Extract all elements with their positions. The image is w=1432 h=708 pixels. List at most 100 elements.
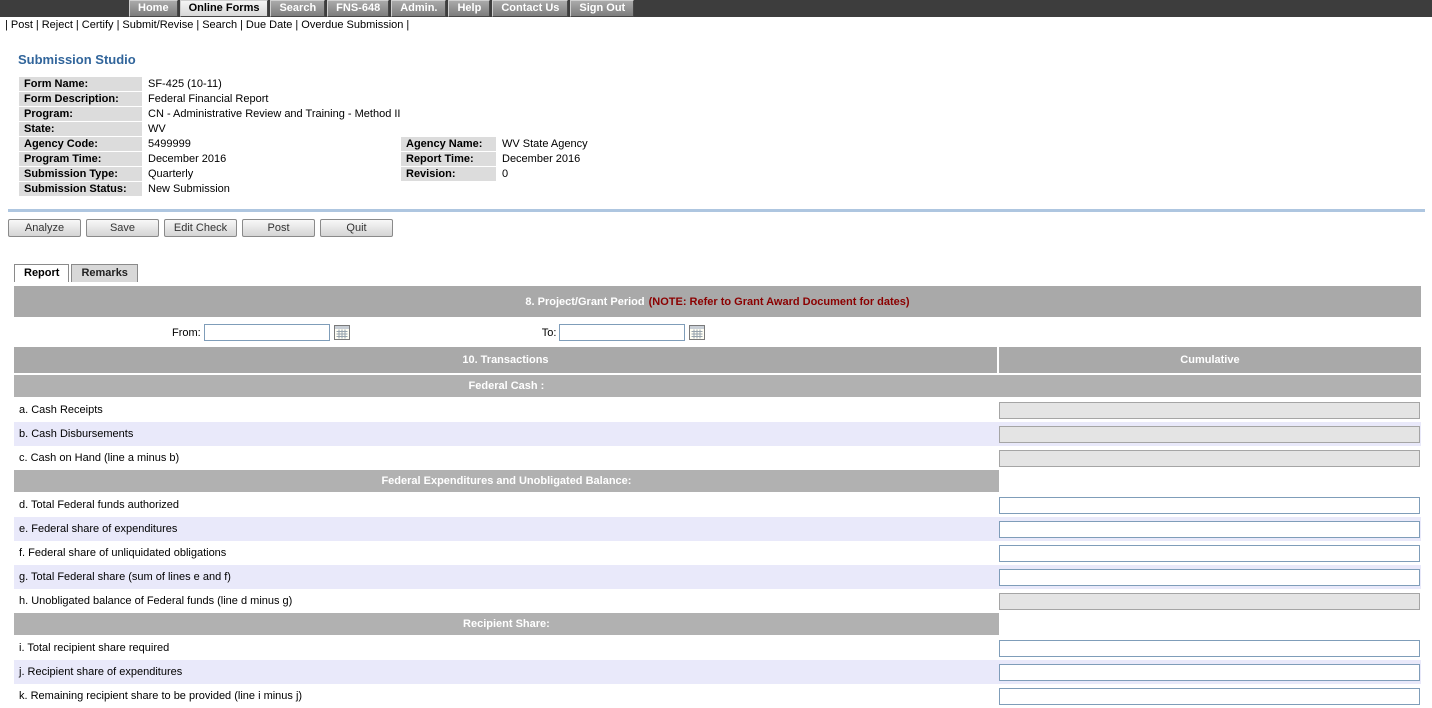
nav-item-online-forms[interactable]: Online Forms	[180, 0, 269, 17]
report-row-h: h. Unobligated balance of Federal funds …	[14, 589, 1421, 613]
info-value-submission-type: Quarterly	[143, 167, 401, 182]
amount-input-c	[999, 450, 1420, 467]
row-input-cell-j	[999, 664, 1421, 681]
info-label-submission-status: Submission Status:	[19, 182, 143, 197]
form-info-table: Form Name:SF-425 (10-11)Form Description…	[18, 76, 985, 197]
menubar-item-post[interactable]: Post	[11, 19, 33, 31]
amount-input-i[interactable]	[999, 640, 1420, 657]
section-right-cell	[999, 613, 1421, 635]
tab-report[interactable]: Report	[14, 264, 69, 282]
row-input-cell-g	[999, 569, 1421, 586]
analyze-button[interactable]: Analyze	[8, 219, 81, 237]
nav-item-sign-out[interactable]: Sign Out	[570, 0, 634, 17]
report-row-f: f. Federal share of unliquidated obligat…	[14, 541, 1421, 565]
row-input-cell-e	[999, 521, 1421, 538]
tab-remarks[interactable]: Remarks	[71, 264, 137, 282]
row-label-a: a. Cash Receipts	[14, 404, 999, 416]
row-input-cell-f	[999, 545, 1421, 562]
report-rows: Federal Cash : a. Cash Receipts b. Cash Di…	[14, 375, 1421, 708]
menubar-separator: |	[406, 19, 409, 31]
amount-input-d[interactable]	[999, 497, 1420, 514]
menubar-item-search[interactable]: Search	[202, 19, 237, 31]
report-row-j: j. Recipient share of expenditures	[14, 660, 1421, 684]
row-label-i: i. Total recipient share required	[14, 642, 999, 654]
to-date-picker-button[interactable]	[689, 325, 705, 340]
nav-item-fns-648[interactable]: FNS-648	[327, 0, 389, 17]
period-dates-row: From: To:	[14, 318, 1421, 347]
report-table: 8. Project/Grant Period (NOTE: Refer to …	[14, 286, 1421, 708]
nav-item-home[interactable]: Home	[129, 0, 178, 17]
report-row-b: b. Cash Disbursements	[14, 422, 1421, 446]
menubar-separator: |	[240, 19, 243, 31]
page-title: Submission Studio	[18, 52, 1432, 67]
info-label-revision: Revision:	[401, 167, 497, 182]
top-nav: HomeOnline FormsSearchFNS-648Admin.HelpC…	[0, 0, 1432, 17]
info-value-program-time: December 2016	[143, 152, 401, 167]
section-row-federal-cash: Federal Cash :	[14, 375, 1421, 397]
tabs: ReportRemarks	[14, 264, 1432, 282]
action-menubar: |Post|Reject|Certify|Submit/Revise|Searc…	[0, 17, 1432, 35]
info-label-agency-name: Agency Name:	[401, 137, 497, 152]
row-input-cell-k	[999, 688, 1421, 705]
info-label-program-time: Program Time:	[19, 152, 143, 167]
post-button[interactable]: Post	[242, 219, 315, 237]
info-value-agency-code: 5499999	[143, 137, 401, 152]
report-row-a: a. Cash Receipts	[14, 398, 1421, 422]
from-date-input[interactable]	[204, 324, 330, 341]
amount-input-k[interactable]	[999, 688, 1420, 705]
from-date-picker-button[interactable]	[334, 325, 350, 340]
nav-item-contact-us[interactable]: Contact Us	[492, 0, 568, 17]
period-header-note: (NOTE: Refer to Grant Award Document for…	[649, 296, 910, 308]
info-row: Agency Code:5499999Agency Name:WV State …	[19, 137, 985, 152]
row-label-k: k. Remaining recipient share to be provi…	[14, 690, 999, 702]
info-value-revision: 0	[497, 167, 985, 182]
menubar-item-submit-revise[interactable]: Submit/Revise	[122, 19, 193, 31]
info-value-agency-name: WV State Agency	[497, 137, 985, 152]
amount-input-j[interactable]	[999, 664, 1420, 681]
row-input-cell-a	[999, 402, 1421, 419]
row-label-b: b. Cash Disbursements	[14, 428, 999, 440]
row-label-d: d. Total Federal funds authorized	[14, 499, 999, 511]
amount-input-f[interactable]	[999, 545, 1420, 562]
row-label-j: j. Recipient share of expenditures	[14, 666, 999, 678]
calendar-icon	[334, 325, 350, 340]
save-button[interactable]: Save	[86, 219, 159, 237]
period-header-title: 8. Project/Grant Period	[525, 296, 644, 308]
menubar-item-reject[interactable]: Reject	[42, 19, 73, 31]
project-grant-period-header: 8. Project/Grant Period (NOTE: Refer to …	[14, 286, 1421, 317]
menubar-separator: |	[295, 19, 298, 31]
menubar-separator: |	[117, 19, 120, 31]
info-value-state: WV	[143, 122, 985, 137]
info-value-report-time: December 2016	[497, 152, 985, 167]
to-label: To:	[542, 327, 557, 339]
info-value-submission-status: New Submission	[143, 182, 985, 197]
top-nav-items: HomeOnline FormsSearchFNS-648Admin.HelpC…	[129, 0, 636, 17]
to-date-input[interactable]	[559, 324, 685, 341]
menubar-item-due-date[interactable]: Due Date	[246, 19, 292, 31]
info-label-form-description: Form Description:	[19, 92, 143, 107]
form-info-body: Form Name:SF-425 (10-11)Form Description…	[19, 77, 985, 197]
nav-item-search[interactable]: Search	[270, 0, 325, 17]
report-row-e: e. Federal share of expenditures	[14, 517, 1421, 541]
nav-item-admin[interactable]: Admin.	[391, 0, 446, 17]
amount-input-e[interactable]	[999, 521, 1420, 538]
quit-button[interactable]: Quit	[320, 219, 393, 237]
nav-item-help[interactable]: Help	[448, 0, 490, 17]
menubar-separator: |	[76, 19, 79, 31]
amount-input-g[interactable]	[999, 569, 1420, 586]
info-row: Submission Status:New Submission	[19, 182, 985, 197]
section-right-cell	[999, 470, 1421, 492]
section-header-label: Federal Cash :	[14, 375, 999, 397]
cumulative-column-header: Cumulative	[999, 347, 1421, 373]
info-label-state: State:	[19, 122, 143, 137]
report-row-c: c. Cash on Hand (line a minus b)	[14, 446, 1421, 470]
row-label-c: c. Cash on Hand (line a minus b)	[14, 452, 999, 464]
row-input-cell-h	[999, 593, 1421, 610]
menubar-item-overdue-submission[interactable]: Overdue Submission	[301, 19, 403, 31]
report-row-g: g. Total Federal share (sum of lines e a…	[14, 565, 1421, 589]
separator-line	[8, 209, 1425, 212]
edit-check-button[interactable]: Edit Check	[164, 219, 237, 237]
menubar-item-certify[interactable]: Certify	[82, 19, 114, 31]
info-label-report-time: Report Time:	[401, 152, 497, 167]
transactions-column-header: 10. Transactions	[14, 347, 999, 373]
